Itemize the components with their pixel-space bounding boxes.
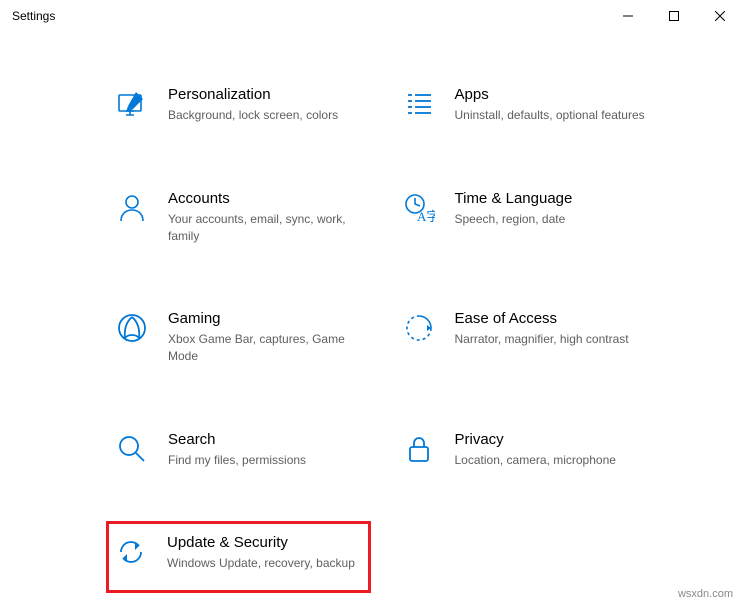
minimize-button[interactable] <box>605 0 651 32</box>
watermark: wsxdn.com <box>678 588 733 600</box>
settings-categories: Personalization Background, lock screen,… <box>0 32 743 575</box>
category-desc: Windows Update, recovery, backup <box>167 555 364 572</box>
category-update-security[interactable]: Update & Security Windows Update, recove… <box>106 521 371 593</box>
category-apps[interactable]: Apps Uninstall, defaults, optional featu… <box>397 82 654 128</box>
category-desc: Find my files, permissions <box>168 452 363 469</box>
personalization-icon <box>114 86 150 122</box>
accounts-icon <box>114 190 150 226</box>
category-title: Search <box>168 431 363 448</box>
gaming-icon <box>114 310 150 346</box>
update-security-icon <box>113 534 149 570</box>
category-desc: Xbox Game Bar, captures, Game Mode <box>168 331 363 365</box>
maximize-button[interactable] <box>651 0 697 32</box>
svg-text:A字: A字 <box>417 209 435 224</box>
category-title: Time & Language <box>455 190 650 207</box>
category-title: Gaming <box>168 310 363 327</box>
category-title: Personalization <box>168 86 363 103</box>
category-gaming[interactable]: Gaming Xbox Game Bar, captures, Game Mod… <box>110 306 367 369</box>
category-title: Ease of Access <box>455 310 650 327</box>
category-personalization[interactable]: Personalization Background, lock screen,… <box>110 82 367 128</box>
category-title: Accounts <box>168 190 363 207</box>
titlebar: Settings <box>0 0 743 32</box>
category-desc: Narrator, magnifier, high contrast <box>455 331 650 348</box>
category-ease-of-access[interactable]: Ease of Access Narrator, magnifier, high… <box>397 306 654 369</box>
category-title: Apps <box>455 86 650 103</box>
category-desc: Location, camera, microphone <box>455 452 650 469</box>
category-title: Privacy <box>455 431 650 448</box>
category-desc: Uninstall, defaults, optional features <box>455 107 650 124</box>
apps-icon <box>401 86 437 122</box>
close-button[interactable] <box>697 0 743 32</box>
category-title: Update & Security <box>167 534 364 551</box>
category-accounts[interactable]: Accounts Your accounts, email, sync, wor… <box>110 186 367 249</box>
category-desc: Your accounts, email, sync, work, family <box>168 211 363 245</box>
window-controls <box>605 0 743 32</box>
ease-of-access-icon <box>401 310 437 346</box>
category-desc: Background, lock screen, colors <box>168 107 363 124</box>
time-language-icon: A字 <box>401 190 437 226</box>
category-privacy[interactable]: Privacy Location, camera, microphone <box>397 427 654 473</box>
privacy-icon <box>401 431 437 467</box>
category-search[interactable]: Search Find my files, permissions <box>110 427 367 473</box>
category-time-language[interactable]: A字 Time & Language Speech, region, date <box>397 186 654 249</box>
category-desc: Speech, region, date <box>455 211 650 228</box>
window-title: Settings <box>12 9 55 23</box>
search-icon <box>114 431 150 467</box>
